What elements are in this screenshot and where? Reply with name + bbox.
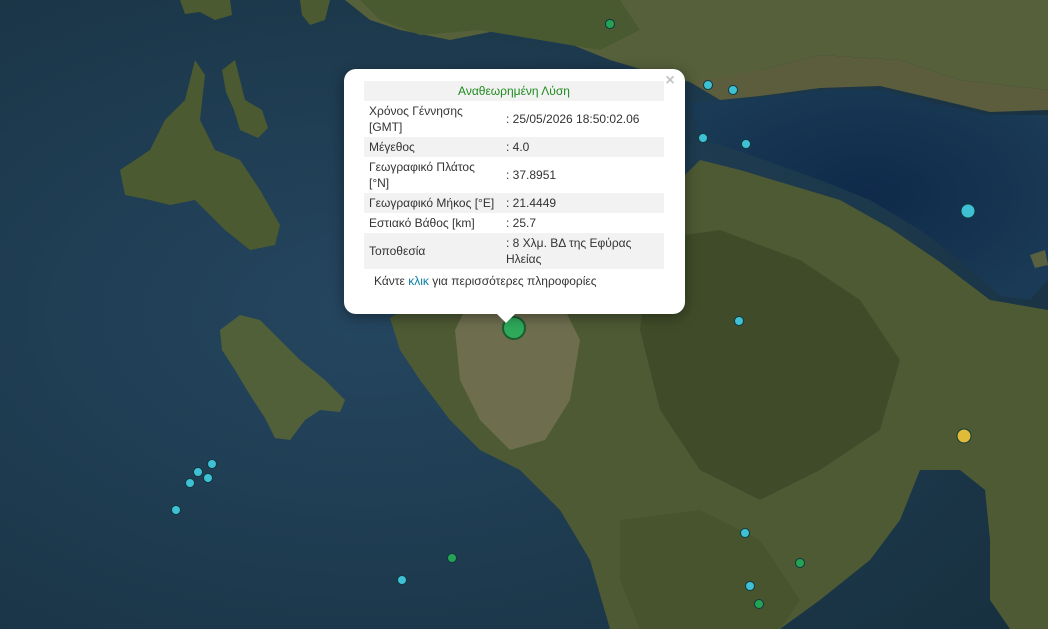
event-details-table: Αναθεωρημένη Λύση Χρόνος Γέννησης [GMT] … bbox=[364, 81, 664, 269]
more-info-suffix: για περισσότερες πληροφορίες bbox=[432, 274, 597, 288]
earthquake-popup: × Αναθεωρημένη Λύση Χρόνος Γέννησης [GMT… bbox=[344, 69, 685, 314]
earthquake-marker-cyan[interactable] bbox=[728, 85, 738, 95]
earthquake-marker-cyan[interactable] bbox=[741, 139, 751, 149]
popup-title: Αναθεωρημένη Λύση bbox=[364, 81, 664, 101]
earthquake-marker-cyan[interactable] bbox=[193, 467, 203, 477]
more-info-prefix: Κάντε bbox=[374, 274, 405, 288]
earthquake-marker-green[interactable] bbox=[795, 558, 805, 568]
earthquake-marker-green[interactable] bbox=[447, 553, 457, 563]
earthquake-marker-cyan[interactable] bbox=[734, 316, 744, 326]
earthquake-marker-cyan[interactable] bbox=[703, 80, 713, 90]
row-longitude: Γεωγραφικό Μήκος [°E] : 21.4449 bbox=[364, 193, 664, 213]
location-value: : 8 Χλμ. ΒΔ της Εφύρας Ηλείας bbox=[501, 233, 664, 269]
earthquake-marker-cyan[interactable] bbox=[740, 528, 750, 538]
depth-label: Εστιακό Βάθος [km] bbox=[369, 216, 475, 230]
earthquake-marker-cyan[interactable] bbox=[698, 133, 708, 143]
earthquake-marker-cyan[interactable] bbox=[960, 203, 976, 219]
earthquake-marker-green[interactable] bbox=[754, 599, 764, 609]
longitude-label: Γεωγραφικό Μήκος [°E] bbox=[364, 193, 501, 213]
earthquake-marker-green[interactable] bbox=[605, 19, 615, 29]
earthquake-marker-cyan[interactable] bbox=[207, 459, 217, 469]
earthquake-marker-cyan[interactable] bbox=[171, 505, 181, 515]
row-magnitude: Μέγεθος : 4.0 bbox=[364, 137, 664, 157]
earthquake-marker-cyan[interactable] bbox=[745, 581, 755, 591]
earthquake-marker-cyan[interactable] bbox=[397, 575, 407, 585]
row-depth: Εστιακό Βάθος [km] : 25.7 bbox=[364, 213, 664, 233]
latitude-label: Γεωγραφικό Πλάτος [°N] bbox=[369, 160, 475, 190]
origin-time-label: Χρόνος Γέννησης [GMT] bbox=[369, 104, 463, 134]
close-icon[interactable]: × bbox=[661, 72, 679, 90]
magnitude-label: Μέγεθος bbox=[364, 137, 501, 157]
popup-tip bbox=[496, 313, 516, 323]
earthquake-marker-cyan[interactable] bbox=[203, 473, 213, 483]
row-latitude: Γεωγραφικό Πλάτος [°N] : 37.8951 bbox=[364, 157, 664, 193]
row-origin-time: Χρόνος Γέννησης [GMT] : 25/05/2026 18:50… bbox=[364, 101, 664, 137]
latitude-value: : 37.8951 bbox=[506, 168, 557, 182]
more-info-line: Κάντε κλικ για περισσότερες πληροφορίες bbox=[374, 274, 665, 288]
earthquake-marker-cyan[interactable] bbox=[185, 478, 195, 488]
magnitude-value: : 4.0 bbox=[501, 137, 664, 157]
row-location: Τοποθεσία : 8 Χλμ. ΒΔ της Εφύρας Ηλείας bbox=[364, 233, 664, 269]
depth-value: : 25.7 bbox=[506, 216, 537, 230]
more-info-link[interactable]: κλικ bbox=[408, 274, 429, 288]
location-label: Τοποθεσία bbox=[364, 233, 501, 269]
longitude-value: : 21.4449 bbox=[501, 193, 664, 213]
origin-time-value: : 25/05/2026 18:50:02.06 bbox=[506, 112, 640, 126]
earthquake-marker-yellow[interactable] bbox=[956, 428, 972, 444]
